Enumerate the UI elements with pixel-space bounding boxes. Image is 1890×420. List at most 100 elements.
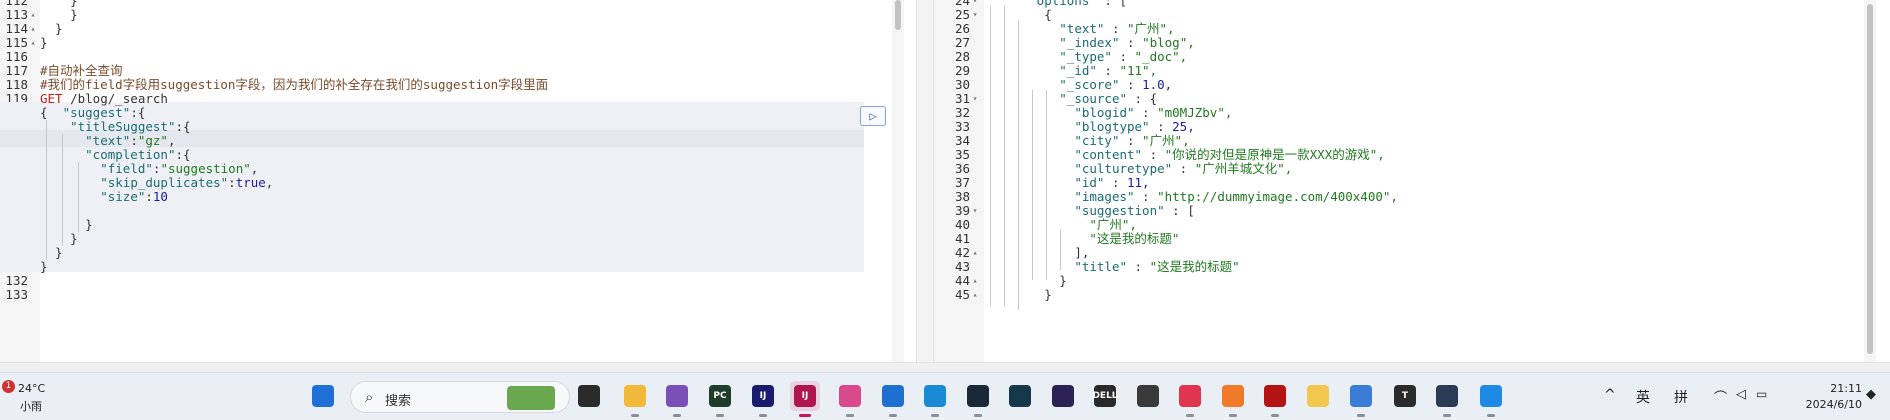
indent-guide [1060, 230, 1061, 270]
app-glyph: IJ [752, 385, 774, 407]
response-pane[interactable]: 24 ▾ 25 ▾ 26 27 28 29 30 31 ▾ 32 33 34 35 36 37 38 39 ▾ 40 41… [934, 0, 1878, 362]
running-indicator [631, 414, 639, 417]
clock-time: 21:11 [1830, 382, 1862, 395]
json-number: 10 [152, 189, 168, 204]
app-glyph: IJ [794, 385, 816, 407]
show-hidden-icons[interactable]: ^ [1604, 387, 1616, 403]
typora-icon[interactable]: T [1390, 381, 1420, 411]
app-glyph [666, 385, 688, 407]
horizontal-scrollbar[interactable] [0, 362, 1890, 372]
running-indicator [1229, 414, 1237, 417]
running-indicator [1487, 414, 1495, 417]
app-orange-squares-icon[interactable] [1218, 381, 1248, 417]
edge-browser-icon[interactable] [920, 381, 950, 417]
search-icon: ⌕ [365, 388, 374, 406]
running-indicator [846, 414, 854, 417]
run-request-button[interactable]: ▷ [860, 106, 886, 126]
app-glyph [1264, 385, 1286, 407]
code-line-126: "size":10 [40, 188, 904, 205]
app-glyph [1179, 385, 1201, 407]
app-dots-icon[interactable] [1133, 381, 1163, 411]
file-explorer-icon[interactable] [620, 381, 650, 417]
app-glyph [624, 385, 646, 407]
pane-resizer[interactable] [916, 0, 934, 362]
request-editor-pane[interactable]: 112113▴114▴115▴116117118119120▾121▾12212… [0, 0, 904, 362]
app-glyph [839, 385, 861, 407]
app-glyph [1137, 385, 1159, 407]
app-glyph: DELL [1092, 385, 1118, 407]
indent-guide [46, 120, 47, 260]
code-line-131: } [40, 259, 48, 274]
response-line: } [984, 286, 1878, 303]
vscode-icon[interactable] [1476, 381, 1506, 417]
task-view-icon[interactable] [574, 381, 604, 411]
scrollbar-thumb[interactable] [1867, 4, 1873, 354]
indent-guide [78, 162, 79, 232]
app-cat-icon[interactable] [1432, 381, 1462, 417]
taskbar-search[interactable]: ⌕ 搜索 [350, 381, 570, 413]
volume-icon[interactable]: ◁ [1736, 387, 1746, 402]
app-glyph [312, 385, 334, 407]
app-shield-icon[interactable] [1175, 381, 1205, 417]
running-indicator [1357, 414, 1365, 417]
intellij-idea-active-icon[interactable]: IJ [790, 381, 820, 417]
app-red-hex-icon[interactable] [1260, 381, 1290, 417]
app-eclipse-icon[interactable] [1048, 381, 1078, 411]
running-indicator [1271, 414, 1279, 417]
app-glyph [1052, 385, 1074, 407]
search-placeholder: 搜索 [385, 394, 412, 409]
weather-condition: 小雨 [20, 400, 42, 413]
app-glyph [1009, 385, 1031, 407]
app-glyph: T [1394, 385, 1416, 407]
indent-guide [1004, 6, 1005, 306]
app-glyph [1480, 385, 1502, 407]
editor-area: 112113▴114▴115▴116117118119120▾121▾12212… [0, 0, 1890, 372]
line-number-text: 45 [954, 287, 970, 302]
running-indicator [974, 414, 982, 417]
app-glyph [882, 385, 904, 407]
token: : [145, 189, 153, 204]
indent-guide [1032, 90, 1033, 280]
notification-bell-icon[interactable]: ◆ [1866, 387, 1876, 402]
app-glyph [1307, 385, 1329, 407]
running-indicator [799, 414, 811, 417]
system-clock[interactable]: 21:11 2024/6/10 [1788, 381, 1862, 413]
scrollbar-thumb[interactable] [895, 0, 901, 30]
line-number: 45 ▴ [934, 286, 980, 303]
app-multicolor-icon[interactable] [835, 381, 865, 417]
weather-widget[interactable]: 1 24°C 小雨 [0, 377, 80, 417]
app-glyph [967, 385, 989, 407]
running-indicator [931, 414, 939, 417]
running-indicator [889, 414, 897, 417]
app-window-icon[interactable] [1346, 381, 1376, 417]
app-feather-icon[interactable] [878, 381, 908, 417]
running-indicator [1443, 414, 1451, 417]
app-glyph [1350, 385, 1372, 407]
fold-toggle-icon[interactable]: ▴ [970, 286, 980, 303]
weather-temperature: 24°C [18, 382, 46, 395]
play-icon: ▷ [869, 109, 877, 123]
intellij-idea-icon[interactable]: IJ [748, 381, 778, 417]
running-indicator [673, 414, 681, 417]
line-number-gutter: 24 ▾ 25 ▾ 26 27 28 29 30 31 ▾ 32 33 34 35 36 37 38 39 ▾ 40 41… [934, 0, 984, 362]
start-button-icon[interactable] [308, 381, 338, 411]
line-number: 133 [0, 286, 38, 303]
visual-studio-icon[interactable] [662, 381, 692, 417]
app-ring-icon[interactable] [1005, 381, 1035, 411]
app-glyph [578, 385, 600, 407]
ime-mode-indicator[interactable]: 拼 [1674, 387, 1688, 407]
app-yellow-swirl-icon[interactable] [1303, 381, 1333, 411]
input-language-indicator[interactable]: 英 [1636, 387, 1650, 407]
pycharm-icon[interactable]: PC [705, 381, 735, 417]
right-scrollbar[interactable] [1864, 0, 1876, 362]
json-key: "size" [100, 189, 146, 204]
wifi-icon[interactable]: ⌒ [1714, 387, 1727, 406]
code-line-115: } [40, 35, 48, 50]
left-scrollbar[interactable] [892, 0, 904, 362]
dell-icon[interactable]: DELL [1090, 381, 1120, 411]
line-number-text: 133 [5, 287, 28, 302]
steam-icon[interactable] [963, 381, 993, 417]
battery-icon[interactable]: ▭ [1756, 387, 1767, 401]
